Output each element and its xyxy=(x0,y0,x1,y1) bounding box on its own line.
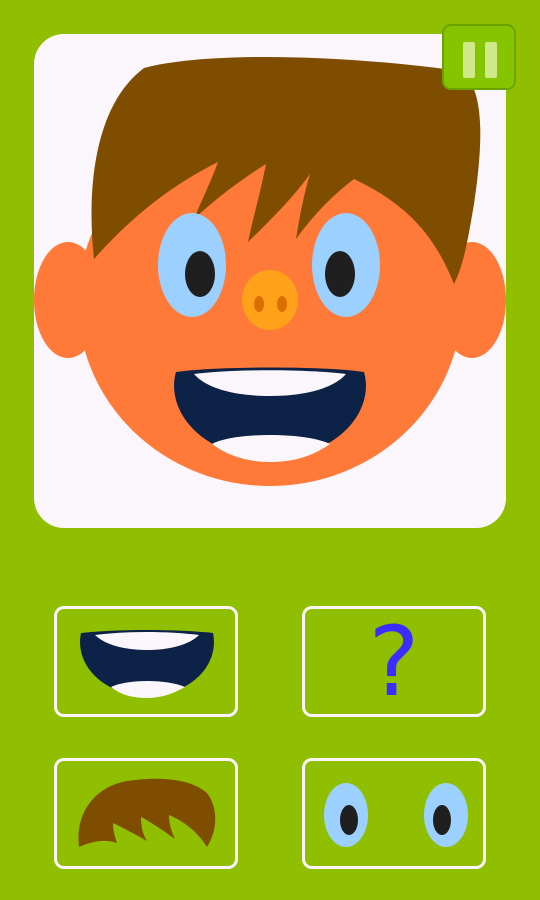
choice-hair-button[interactable] xyxy=(54,758,238,869)
right-nostril xyxy=(277,296,287,312)
nose xyxy=(242,270,298,330)
right-pupil xyxy=(325,251,355,297)
choice-mouth-button[interactable] xyxy=(54,606,238,717)
question-mark-icon: ? xyxy=(368,605,420,718)
pause-button[interactable] xyxy=(442,24,516,90)
left-pupil xyxy=(185,251,215,297)
choice-eyes-button[interactable] xyxy=(302,758,486,869)
hair-icon xyxy=(78,778,216,847)
left-nostril xyxy=(254,296,264,312)
face-canvas xyxy=(34,34,506,528)
face-illustration xyxy=(34,56,506,486)
eyes-icon xyxy=(324,783,468,847)
choice-unknown-button[interactable]: ? xyxy=(302,606,486,717)
mouth-icon xyxy=(80,630,214,698)
